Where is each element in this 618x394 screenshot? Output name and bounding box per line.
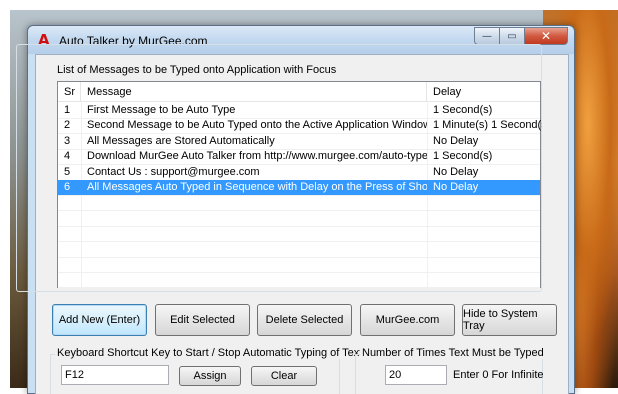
cell-sr: 3	[64, 134, 71, 147]
cell-message: Second Message to be Auto Typed onto the…	[87, 119, 427, 132]
cell-sr: 4	[64, 150, 71, 163]
cell-message: All Messages are Stored Automatically	[87, 134, 275, 147]
messages-listview[interactable]: Sr Message Delay 1 First Message to be Au…	[57, 81, 542, 289]
table-row[interactable]: 3 All Messages are Stored Automatically No…	[58, 134, 540, 150]
grid-line	[58, 287, 540, 289]
cell-delay: 1 Second(s)	[433, 150, 493, 163]
cell-message: Download MurGee Auto Talker from http://…	[87, 150, 427, 163]
cell-sr: 1	[64, 104, 71, 116]
cell-sr: 2	[64, 119, 71, 132]
listview-header: Sr Message Delay	[58, 82, 540, 102]
close-button[interactable]: ✕	[525, 27, 568, 45]
messages-group-label: List of Messages to be Typed onto Applic…	[55, 64, 339, 76]
table-row[interactable]: 2 Second Message to be Auto Typed onto th…	[58, 118, 542, 135]
murgee-button[interactable]: MurGee.com	[360, 304, 455, 336]
cell-delay: 1 Second(s)	[433, 104, 493, 116]
table-row[interactable]: 4 Download MurGee Auto Talker from http:/…	[58, 149, 540, 166]
empty-row	[58, 211, 540, 227]
empty-row	[58, 226, 540, 243]
cell-message: All Messages Auto Typed in Sequence with…	[87, 180, 427, 193]
empty-row	[58, 242, 540, 258]
empty-row	[58, 257, 540, 273]
column-header-delay[interactable]: Delay	[427, 82, 542, 102]
cell-sr: 6	[64, 180, 71, 193]
times-input[interactable]: 20	[385, 365, 447, 385]
empty-row	[58, 195, 540, 212]
add-new-button[interactable]: Add New (Enter)	[52, 304, 147, 336]
shortcut-key-input[interactable]: F12	[61, 365, 169, 385]
cell-message: Contact Us : support@murgee.com	[87, 165, 260, 178]
hide-to-tray-button[interactable]: Hide to System Tray	[462, 304, 557, 336]
edit-selected-button[interactable]: Edit Selected	[155, 304, 250, 336]
maximize-button[interactable]: ▭	[500, 27, 525, 45]
listview-rows: 1 First Message to be Auto Type 1 Second(s…	[58, 103, 542, 289]
cell-delay: No Delay	[433, 134, 479, 147]
infinite-hint-label: Enter 0 For Infinite	[453, 369, 544, 381]
table-row[interactable]: 6 All Messages Auto Typed in Sequence wit…	[58, 179, 540, 196]
empty-row	[58, 272, 540, 289]
cell-sr: 5	[64, 165, 71, 178]
cell-delay: No Delay	[433, 165, 479, 178]
cell-delay: No Delay	[433, 180, 479, 193]
assign-button[interactable]: Assign	[179, 366, 241, 386]
times-group-label: Number of Times Text Must be Typed	[360, 347, 546, 359]
clear-button[interactable]: Clear	[251, 366, 317, 386]
cell-message: First Message to be Auto Type	[87, 104, 236, 116]
minimize-button[interactable]: —	[474, 27, 500, 45]
table-row[interactable]: 1 First Message to be Auto Type 1 Second(s…	[58, 103, 540, 119]
table-row[interactable]: 5 Contact Us : support@murgee.com No Delay	[58, 165, 540, 181]
delete-selected-button[interactable]: Delete Selected	[257, 304, 352, 336]
column-header-message[interactable]: Message	[81, 82, 427, 102]
cell-delay: 1 Minute(s) 1 Second(s)	[433, 119, 542, 132]
column-header-sr[interactable]: Sr	[58, 82, 81, 102]
shortcut-group-label: Keyboard Shortcut Key to Start / Stop Au…	[55, 347, 365, 359]
